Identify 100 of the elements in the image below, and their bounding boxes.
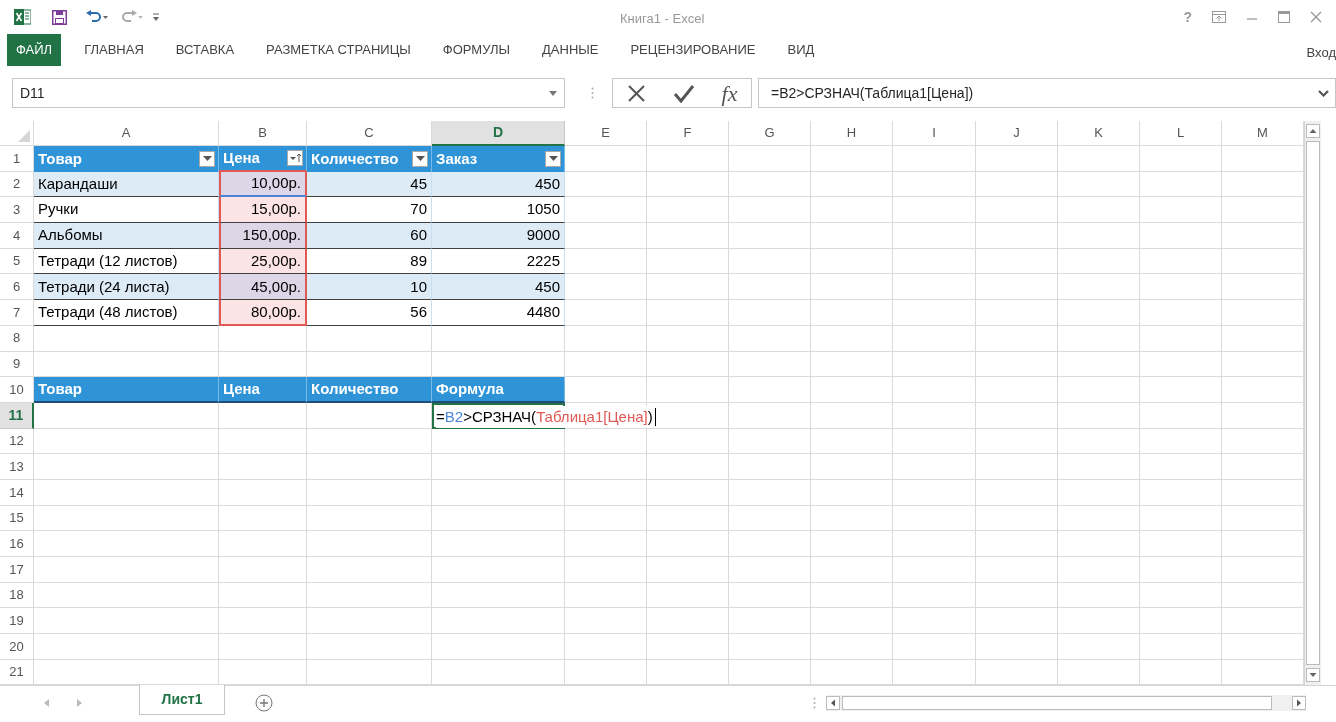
cancel-icon[interactable] [626,83,646,103]
ribbon-tab[interactable]: РАЗМЕТКА СТРАНИЦЫ [257,34,420,66]
column-header[interactable]: L [1140,121,1222,146]
horizontal-scrollbar[interactable] [826,695,1306,712]
maximize-icon[interactable] [1278,11,1290,23]
ribbon-tab[interactable]: РЕЦЕНЗИРОВАНИЕ [621,34,765,66]
row-header[interactable]: 12 [0,428,34,455]
table-header-cell: Цена [219,377,307,403]
column-header[interactable]: F [647,121,729,146]
close-icon[interactable] [1310,11,1322,23]
ribbon-display-icon[interactable] [1212,11,1226,23]
ribbon-tab[interactable]: ВСТАВКА [166,34,244,66]
row-header[interactable]: 6 [0,274,34,301]
row-header[interactable]: 17 [0,557,34,583]
table-cell: Ручки [34,197,219,224]
dropdown-icon [549,90,557,96]
filter-button[interactable] [199,150,215,167]
table-cell: 70 [307,197,432,224]
filter-button[interactable] [545,150,561,167]
row-header[interactable]: 15 [0,505,34,532]
table-cell: 15,00р. [219,197,307,224]
sheet-tab[interactable]: Лист1 [139,685,225,716]
row-header[interactable]: 16 [0,531,34,557]
row-header[interactable]: 3 [0,197,34,224]
caret-icon [415,156,425,162]
column-header[interactable]: D [432,121,565,146]
row-header[interactable]: 19 [0,608,34,635]
save-icon[interactable] [52,9,67,25]
caret-icon [202,156,212,162]
formula-field[interactable]: =B2>СРЗНАЧ(Таблица1[Цена]) [758,78,1336,108]
undo-icon[interactable] [85,9,109,25]
table-cell: 45 [307,171,432,198]
sort-button[interactable] [287,149,303,166]
scroll-right-icon [1292,696,1306,711]
column-header[interactable]: I [893,121,976,146]
table-cell: 9000 [432,223,565,249]
ribbon-tab[interactable]: ГЛАВНАЯ [75,34,153,66]
table-cell: Тетради (24 листа) [34,274,219,301]
row-header[interactable]: 7 [0,300,34,326]
sign-in-link[interactable]: Вход [1306,43,1336,63]
add-sheet-icon[interactable] [255,694,273,713]
column-header[interactable]: A [34,121,219,146]
checkmark-icon[interactable] [672,83,695,103]
table-cell: 45,00р. [219,274,307,301]
column-header[interactable]: B [219,121,307,146]
expand-icon [1318,89,1329,97]
scroll-left-icon [826,696,840,711]
scroll-up-icon [1306,124,1320,138]
table-cell: 1050 [432,197,565,224]
row-header[interactable]: 4 [0,223,34,249]
row-header[interactable]: 21 [0,659,34,686]
vertical-scrollbar[interactable] [1304,121,1321,686]
table-cell: 89 [307,248,432,275]
scroll-down-icon [1306,668,1320,683]
table-cell: Тетради (48 листов) [34,300,219,326]
table-header-cell-text: Товар [38,148,82,169]
table-cell: 150,00р. [219,223,307,249]
redo-icon[interactable] [120,9,144,25]
table-header-cell: Количество [307,377,432,403]
name-box[interactable]: D11 [12,78,565,108]
row-header[interactable]: 8 [0,325,34,352]
table-cell: Тетради (12 листов) [34,248,219,275]
table-header-cell: Товар [34,377,219,403]
ribbon-tab[interactable]: ФАЙЛ [7,34,62,66]
table-cell: Карандаши [34,171,219,198]
row-header[interactable]: 14 [0,479,34,506]
row-header[interactable]: 11 [0,402,34,429]
table-cell: 25,00р. [219,248,307,275]
row-header[interactable]: 20 [0,634,34,660]
column-header[interactable]: K [1058,121,1140,146]
grip-icon [591,87,594,99]
ribbon-tab[interactable]: ДАННЫЕ [533,34,608,66]
column-header[interactable]: J [976,121,1058,146]
excel-icon[interactable] [14,9,31,25]
row-header[interactable]: 2 [0,171,34,198]
table-header-cell-text: Количество [311,148,399,169]
insert-function-button[interactable]: fx [721,76,738,110]
column-header[interactable]: M [1222,121,1304,146]
ribbon-tab[interactable]: ВИД [778,34,824,66]
row-header[interactable]: 1 [0,146,34,172]
editing-cell[interactable]: =B2>СРЗНАЧ(Таблица1[Цена]) [436,405,658,429]
ribbon-tab[interactable]: ФОРМУЛЫ [433,34,519,66]
column-header[interactable]: H [811,121,893,146]
customize-icon[interactable] [152,12,160,22]
table-cell: 450 [432,274,565,301]
filter-button[interactable] [412,150,428,167]
row-header[interactable]: 9 [0,351,34,378]
row-header[interactable]: 13 [0,454,34,480]
table-header-cell: Формула [432,377,565,403]
column-header[interactable]: G [729,121,811,146]
grip-icon [813,697,816,710]
sort-icon [289,152,301,163]
row-header[interactable]: 18 [0,582,34,609]
row-header[interactable]: 5 [0,248,34,275]
table-cell: 10 [307,274,432,301]
table-header-cell-text: Заказ [436,148,478,169]
column-header[interactable]: E [565,121,647,146]
row-header[interactable]: 10 [0,377,34,403]
table-cell: 4480 [432,300,565,326]
column-header[interactable]: C [307,121,432,146]
